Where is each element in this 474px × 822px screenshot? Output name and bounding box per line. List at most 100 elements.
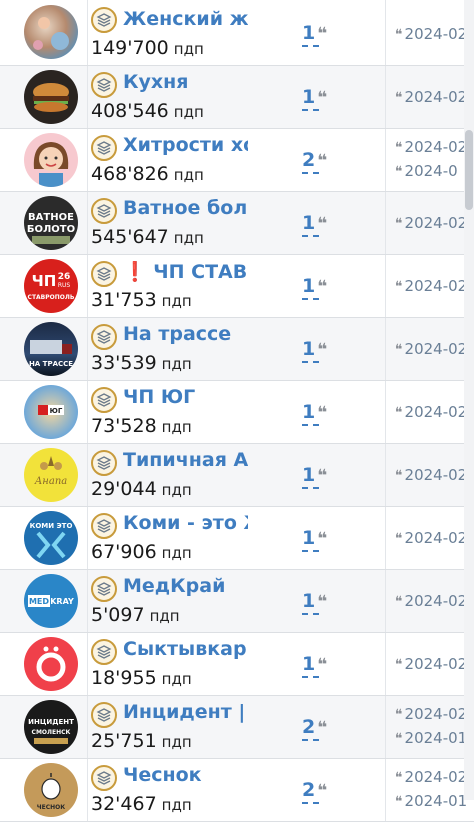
post-date[interactable]: ❝ 2024-02: [395, 529, 467, 547]
channel-avatar[interactable]: ЧЕСНОК: [24, 763, 78, 817]
channel-name[interactable]: Сыктывкар О: [123, 638, 248, 660]
channel-name[interactable]: Женский жур: [123, 8, 248, 30]
channel-avatar[interactable]: Анапа: [24, 448, 78, 502]
subscriber-count: 32'467 пдп: [91, 793, 192, 815]
quote-mark-icon: ❝: [395, 794, 403, 810]
stack-layers-icon: [91, 198, 117, 224]
channel-avatar[interactable]: ЮГ: [24, 385, 78, 439]
post-date[interactable]: ❝ 2024-01: [395, 792, 467, 810]
channel-name[interactable]: ❗ ЧП СТАВРС: [123, 260, 248, 283]
quote-mark-icon: ❝: [317, 277, 328, 297]
post-date[interactable]: ❝ 2024-02: [395, 340, 467, 358]
scrollbar-track[interactable]: [464, 0, 474, 800]
channel-row[interactable]: Кухня 408'546 пдп 1 ❝ ❝ 2024-02: [0, 66, 474, 129]
quote-mark-icon: ❝: [317, 592, 328, 612]
channel-name[interactable]: Кухня: [123, 71, 248, 93]
post-count-link[interactable]: 2 ❝: [302, 716, 327, 738]
quote-mark-icon: ❝: [317, 466, 328, 486]
post-date[interactable]: ❝ 2024-02: [395, 138, 467, 156]
post-count-link[interactable]: 1 ❝: [302, 212, 327, 234]
channel-name[interactable]: Ватное болот: [123, 197, 248, 219]
post-count-link[interactable]: 1 ❝: [302, 527, 327, 549]
post-date[interactable]: ❝ 2024-02: [395, 277, 467, 295]
post-count-link[interactable]: 1 ❝: [302, 590, 327, 612]
post-date[interactable]: ❝ 2024-0: [395, 162, 458, 180]
channel-name[interactable]: На трассе: [123, 323, 248, 345]
channel-avatar[interactable]: [24, 70, 78, 124]
channel-row[interactable]: ЧЕСНОК Чеснок 32'467 пдп 2 ❝ ❝ 2024-02 ❝ 202…: [0, 759, 474, 822]
post-count-link[interactable]: 1 ❝: [302, 653, 327, 675]
channel-name[interactable]: Хитрости хоз: [123, 134, 248, 156]
post-count-link[interactable]: 1 ❝: [302, 401, 327, 423]
channel-avatar[interactable]: ВАТНОЕ БОЛОТО: [24, 196, 78, 250]
post-date[interactable]: ❝ 2024-02: [395, 403, 467, 421]
post-count-link[interactable]: 1 ❝: [302, 464, 327, 486]
channel-avatar[interactable]: НА ТРАССЕ: [24, 322, 78, 376]
channel-avatar[interactable]: КОМИ ЭТО: [24, 511, 78, 565]
channel-row[interactable]: НА ТРАССЕ На трассе 33'539 пдп 1 ❝ ❝ 2024-0…: [0, 318, 474, 381]
channel-avatar[interactable]: [24, 5, 78, 59]
channel-row[interactable]: Женский жур 149'700пдп 1❝ ❝2024-02: [0, 0, 474, 66]
channel-avatar[interactable]: ИНЦИДЕНТ СМОЛЕНСК: [24, 700, 78, 754]
post-date[interactable]: ❝ 2024-02: [395, 466, 467, 484]
avatar-logo: ИНЦИДЕНТ СМОЛЕНСК: [28, 718, 74, 744]
svg-text:26: 26: [58, 272, 71, 282]
post-date[interactable]: ❝ 2024-02: [395, 592, 467, 610]
column-divider: [385, 381, 386, 443]
post-count-link[interactable]: 1 ❝: [302, 338, 327, 360]
channel-row[interactable]: ЮГ ЧП ЮГ 73'528 пдп 1 ❝ ❝ 2024-02: [0, 381, 474, 444]
channel-row[interactable]: КОМИ ЭТО Коми - это Ж 67'906пдп 1❝ ❝2024…: [0, 507, 474, 570]
quote-mark-icon: ❝: [317, 403, 328, 423]
channel-name[interactable]: Инцидент | Сі: [123, 701, 248, 723]
channel-row[interactable]: ИНЦИДЕНТ СМОЛЕНСК Инцидент | Сі 25'751пд…: [0, 696, 474, 759]
post-date[interactable]: ❝ 2024-01: [395, 729, 467, 747]
post-count-link[interactable]: 2 ❝: [302, 149, 327, 171]
post-date[interactable]: ❝ 2024-02: [395, 214, 467, 232]
count-underline: [302, 361, 319, 363]
scrollbar-thumb[interactable]: [465, 130, 473, 210]
quote-mark-icon: ❝: [317, 718, 328, 738]
subscriber-count: 545'647 пдп: [91, 226, 204, 248]
channel-name[interactable]: ЧП ЮГ: [123, 386, 248, 408]
quote-mark-icon: ❝: [395, 90, 403, 106]
column-divider: [87, 66, 88, 128]
quote-mark-icon: ❝: [395, 594, 403, 610]
channel-avatar[interactable]: [24, 133, 78, 187]
channel-row[interactable]: Сыктывкар О 18'955пдп 1❝ ❝2024-02: [0, 633, 474, 696]
channel-name[interactable]: Типичная Ана: [123, 449, 248, 471]
stack-layers-icon: [91, 324, 117, 350]
count-underline: [302, 676, 319, 678]
post-date[interactable]: ❝ 2024-02: [395, 88, 467, 106]
channel-row[interactable]: Хитрости хоз 468'826пдп 2❝ ❝2024-02 ❝202…: [0, 129, 474, 192]
post-count-link[interactable]: 1 ❝: [302, 275, 327, 297]
column-divider: [87, 381, 88, 443]
column-divider: [87, 318, 88, 380]
channel-name[interactable]: МедКрай: [123, 575, 248, 597]
channel-name[interactable]: Чеснок: [123, 764, 248, 786]
channel-name[interactable]: Коми - это Ж: [123, 512, 248, 534]
channel-avatar[interactable]: ЧП 26 RUS СТАВРОПОЛЬ: [24, 259, 78, 313]
quote-mark-icon: ❝: [395, 707, 403, 723]
post-date[interactable]: ❝ 2024-02: [395, 705, 467, 723]
post-date[interactable]: ❝ 2024-02: [395, 25, 467, 43]
avatar-logo: ВАТНОЕ БОЛОТО: [27, 212, 75, 244]
quote-mark-icon: ❝: [395, 468, 403, 484]
post-count-link[interactable]: 1 ❝: [302, 86, 327, 108]
channel-row[interactable]: ЧП 26 RUS СТАВРОПОЛЬ ❗ ЧП СТАВРС 31'753п…: [0, 255, 474, 318]
column-divider: [385, 66, 386, 128]
channel-avatar[interactable]: MED KRAY: [24, 574, 78, 628]
burger-image: [33, 83, 69, 112]
svg-text:MED: MED: [29, 597, 49, 606]
quote-mark-icon: ❝: [395, 164, 403, 180]
subscriber-count: 73'528 пдп: [91, 415, 192, 437]
channel-avatar[interactable]: [24, 637, 78, 691]
channel-row[interactable]: ВАТНОЕ БОЛОТО Ватное болот 545'647пдп 1❝…: [0, 192, 474, 255]
channel-row[interactable]: MED KRAY МедКрай 5'097 пдп 1 ❝ ❝ 2024-02: [0, 570, 474, 633]
avatar-logo: ЧП 26 RUS СТАВРОПОЛЬ: [28, 272, 75, 301]
quote-mark-icon: ❝: [395, 405, 403, 421]
post-date[interactable]: ❝ 2024-02: [395, 768, 467, 786]
post-date[interactable]: ❝ 2024-02: [395, 655, 467, 673]
post-count-link[interactable]: 2 ❝: [302, 779, 327, 801]
channel-row[interactable]: Анапа Типичная Ана 29'044пдп 1❝ ❝2024-02: [0, 444, 474, 507]
post-count-link[interactable]: 1 ❝: [302, 22, 327, 44]
